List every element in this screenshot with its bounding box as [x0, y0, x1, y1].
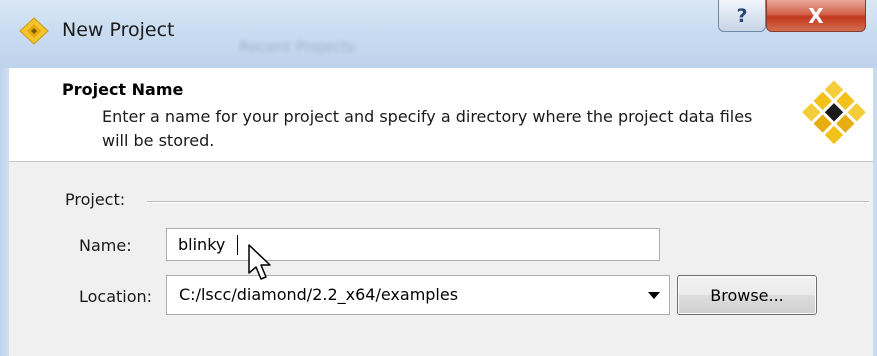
dropdown-arrow-icon[interactable]	[639, 276, 669, 314]
wizard-header: Project Name Enter a name for your proje…	[9, 68, 873, 162]
project-settings-panel: Project: Name: Location: C:/lscc/diamond…	[9, 162, 873, 356]
close-icon: X	[808, 3, 824, 28]
page-title: Project Name	[62, 80, 184, 99]
name-label: Name:	[79, 236, 132, 255]
help-icon: ?	[736, 4, 748, 27]
window-frame-right	[873, 68, 877, 356]
diamond-logo-icon	[802, 80, 866, 145]
help-button[interactable]: ?	[718, 0, 766, 32]
window-title: New Project	[62, 19, 175, 41]
title-bar: Recent Projects New Project ? X	[0, 0, 877, 68]
close-button[interactable]: X	[766, 0, 866, 32]
location-value: C:/lscc/diamond/2.2_x64/examples	[179, 285, 459, 304]
page-description: Enter a name for your project and specif…	[102, 107, 753, 150]
blurred-background-label: Recent Projects	[239, 38, 355, 56]
window-frame-left	[0, 68, 9, 356]
project-group-label: Project:	[65, 190, 126, 209]
location-label: Location:	[79, 287, 153, 306]
group-divider	[147, 201, 869, 203]
browse-button[interactable]: Browse...	[677, 275, 817, 315]
background-window-text: Recent Projects	[215, 0, 455, 68]
text-caret	[237, 235, 238, 255]
project-name-input[interactable]	[166, 228, 660, 261]
location-combobox[interactable]: C:/lscc/diamond/2.2_x64/examples	[166, 275, 670, 315]
app-diamond-icon	[19, 17, 49, 45]
